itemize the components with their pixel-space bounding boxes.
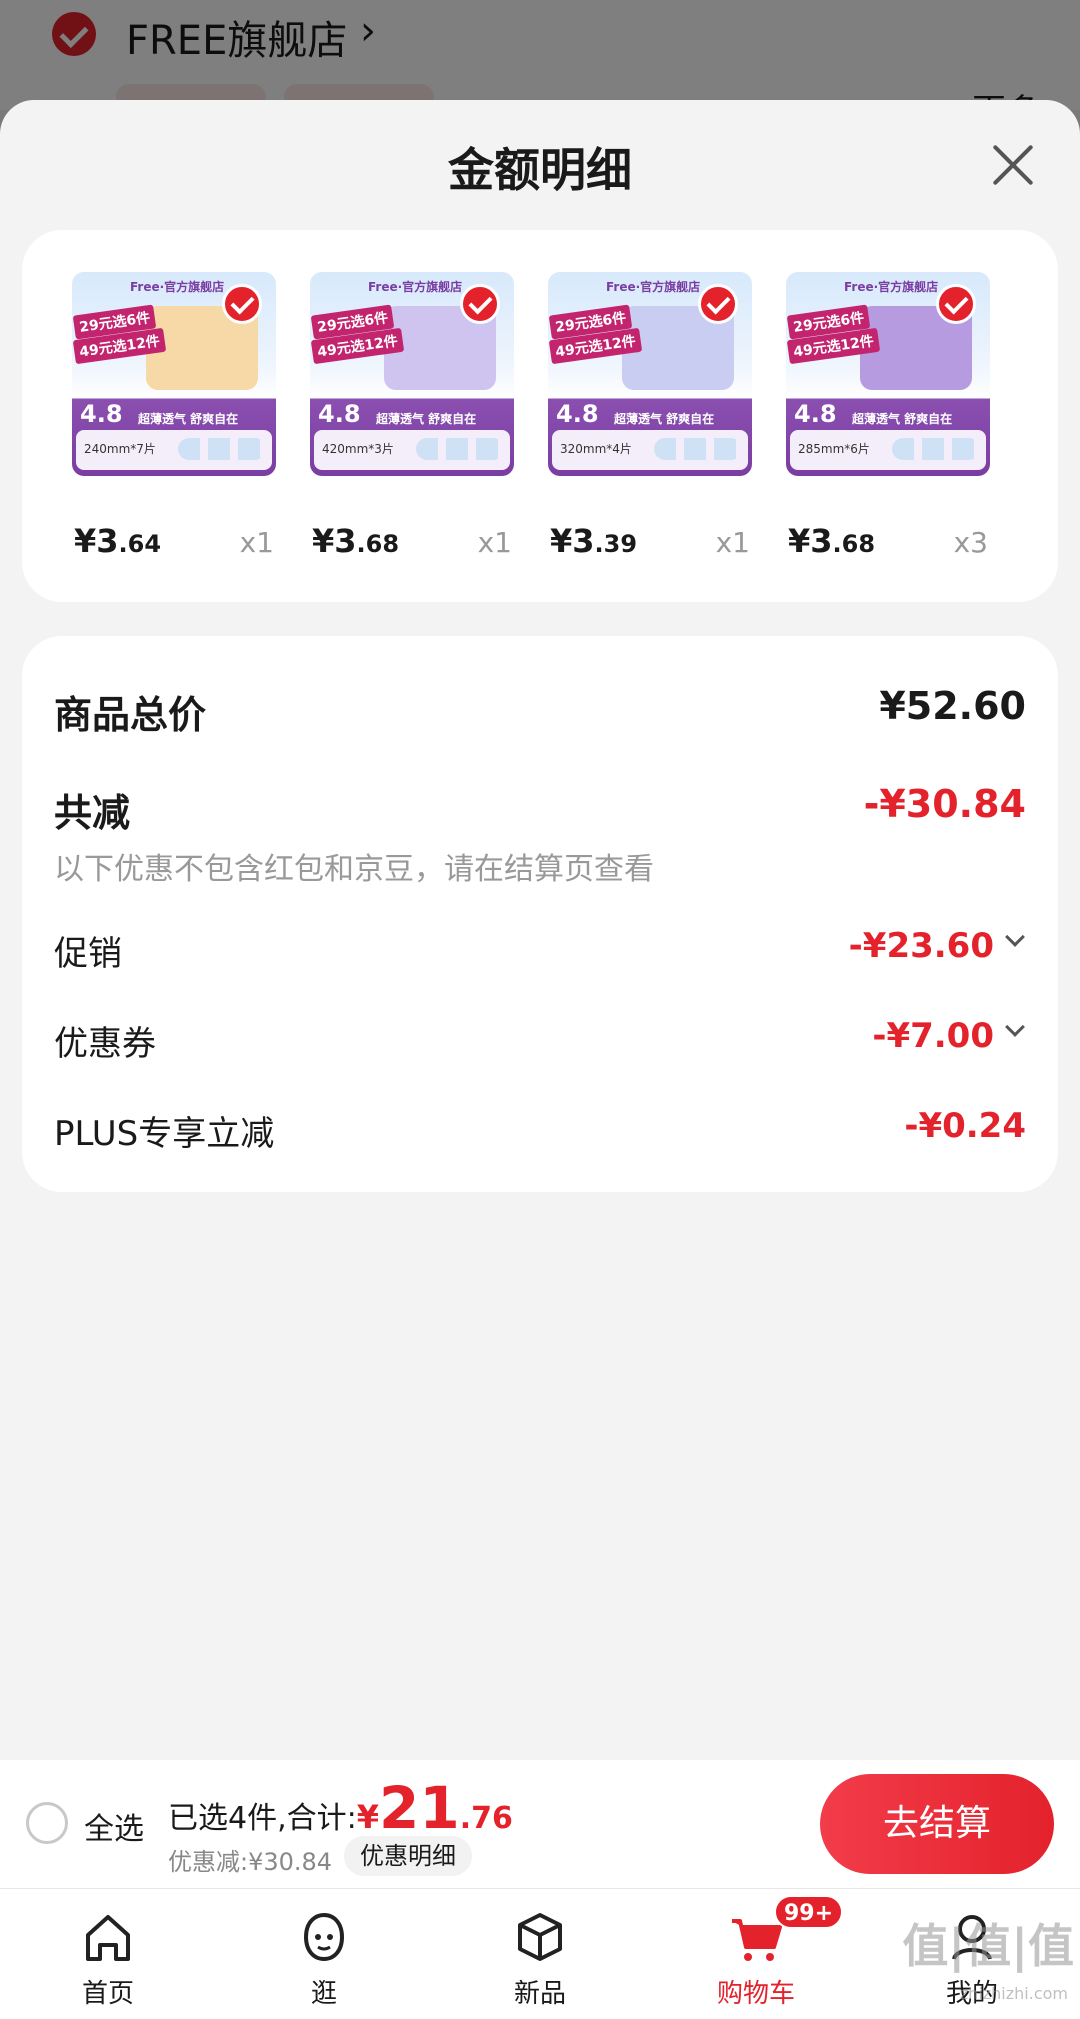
product-price: ¥3.64: [74, 522, 162, 560]
plus-row: PLUS专享立减 -¥0.24: [54, 1106, 1026, 1154]
close-icon[interactable]: [984, 136, 1042, 194]
promotion-label: 促销: [54, 934, 122, 974]
product-image[interactable]: Free·官方旗舰店 29元选6件 49元选12件 4.8 超薄透气 舒爽自在 …: [310, 272, 514, 476]
select-all-checkbox[interactable]: [26, 1802, 68, 1844]
selected-check-icon: [698, 284, 738, 324]
tab-explore[interactable]: 逛: [244, 1889, 404, 2019]
product-image[interactable]: Free·官方旗舰店 29元选6件 49元选12件 4.8 超薄透气 舒爽自在 …: [548, 272, 752, 476]
promotion-value: -¥23.60: [848, 926, 994, 966]
home-icon: [86, 1915, 130, 1961]
product-image[interactable]: Free·官方旗舰店 29元选6件 49元选12件 4.8 超薄透气 舒爽自在 …: [72, 272, 276, 476]
brand-label: Free·官方旗舰店: [844, 280, 939, 294]
products-card: Free·官方旗舰店 29元选6件 49元选12件 4.8 超薄透气 舒爽自在 …: [22, 230, 1058, 602]
product-size: 320mm*4片: [560, 442, 632, 456]
watermark-url: zhizhizhi.com: [959, 1984, 1068, 2003]
discount-detail-button[interactable]: 优惠明细: [344, 1836, 472, 1876]
size-bar: 320mm*4片: [552, 430, 748, 470]
coupon-row[interactable]: 优惠券 -¥7.00: [54, 1016, 1026, 1064]
discount-note: 以下优惠不包含红包和京豆，请在结算页查看: [54, 852, 654, 887]
coupon-label: 优惠券: [54, 1024, 156, 1064]
total-price-value: ¥52.60: [879, 684, 1026, 728]
selected-check-icon: [936, 284, 976, 324]
tab-label: 逛: [310, 1979, 337, 2009]
brand-label: Free·官方旗舰店: [606, 280, 701, 294]
selected-summary: 已选4件,合计:¥21.76: [168, 1774, 513, 1842]
selected-check-icon: [222, 284, 262, 324]
product-image[interactable]: Free·官方旗舰店 29元选6件 49元选12件 4.8 超薄透气 舒爽自在 …: [786, 272, 990, 476]
product-price: ¥3.39: [550, 522, 638, 560]
explore-face-icon: [303, 1912, 345, 1962]
rating: 4.8: [794, 400, 837, 428]
box-icon: [518, 1913, 562, 1961]
size-bar: 285mm*6片: [790, 430, 986, 470]
discount-total: 优惠减:¥30.84: [168, 1848, 333, 1876]
select-all-label[interactable]: 全选: [84, 1804, 144, 1848]
tab-label: 首页: [81, 1979, 134, 2009]
size-bar: 240mm*7片: [76, 430, 272, 470]
reduce-value: -¥30.84: [863, 782, 1026, 826]
watermark-logo: 值|值|值: [902, 1919, 1074, 1973]
feature-icons: [178, 438, 266, 460]
amount-detail-sheet: 金额明细 Free·官方旗舰店 29元选6件 49元选12件 4.8 超薄透气 …: [0, 100, 1080, 1760]
slogan: 超薄透气 舒爽自在: [614, 412, 715, 426]
reduce-row: 共减 -¥30.84: [54, 782, 1026, 835]
tab-cart[interactable]: 99+ 购物车: [676, 1889, 844, 2019]
feature-icons: [416, 438, 504, 460]
rating: 4.8: [318, 400, 361, 428]
size-bar: 420mm*3片: [314, 430, 510, 470]
feature-icons: [892, 438, 980, 460]
total-price-row: 商品总价 ¥52.60: [54, 684, 1026, 737]
product-price: ¥3.68: [312, 522, 400, 560]
rating: 4.8: [556, 400, 599, 428]
product-qty: x1: [239, 526, 274, 559]
tab-home[interactable]: 首页: [28, 1889, 188, 2019]
brand-label: Free·官方旗舰店: [368, 280, 463, 294]
promotion-row[interactable]: 促销 -¥23.60: [54, 926, 1026, 974]
product-size: 240mm*7片: [84, 442, 156, 456]
product-size: 285mm*6片: [798, 442, 870, 456]
product-item[interactable]: Free·官方旗舰店 29元选6件 49元选12件 4.8 超薄透气 舒爽自在 …: [786, 272, 990, 560]
product-qty: x1: [477, 526, 512, 559]
tab-label: 购物车: [716, 1979, 795, 2009]
brand-label: Free·官方旗舰店: [130, 280, 225, 294]
product-size: 420mm*3片: [322, 442, 394, 456]
price-summary-card: 商品总价 ¥52.60 共减 -¥30.84 以下优惠不包含红包和京豆，请在结算…: [22, 636, 1058, 1192]
product-item[interactable]: Free·官方旗舰店 29元选6件 49元选12件 4.8 超薄透气 舒爽自在 …: [548, 272, 752, 560]
product-qty: x1: [715, 526, 750, 559]
plus-label: PLUS专享立减: [54, 1114, 275, 1154]
coupon-value: -¥7.00: [872, 1016, 994, 1056]
slogan: 超薄透气 舒爽自在: [376, 412, 477, 426]
product-price: ¥3.68: [788, 522, 876, 560]
total-amount: ¥21.76: [356, 1774, 513, 1842]
checkout-bar: 全选 已选4件,合计:¥21.76 优惠减:¥30.84 优惠明细 去结算: [0, 1760, 1080, 1888]
selected-check-icon: [460, 284, 500, 324]
plus-value: -¥0.24: [904, 1106, 1026, 1146]
tab-new[interactable]: 新品: [460, 1889, 620, 2019]
cart-count-badge: 99+: [774, 1895, 844, 1929]
total-price-label: 商品总价: [54, 693, 207, 737]
chevron-down-icon[interactable]: [1005, 1017, 1025, 1037]
product-qty: x3: [953, 526, 988, 559]
reduce-label: 共减: [54, 791, 131, 835]
checkout-button[interactable]: 去结算: [820, 1774, 1054, 1874]
slogan: 超薄透气 舒爽自在: [852, 412, 953, 426]
chevron-down-icon[interactable]: [1005, 927, 1025, 947]
feature-icons: [654, 438, 742, 460]
sheet-title: 金额明细: [448, 143, 632, 197]
product-item[interactable]: Free·官方旗舰店 29元选6件 49元选12件 4.8 超薄透气 舒爽自在 …: [72, 272, 276, 560]
tab-label: 新品: [513, 1979, 566, 2009]
product-item[interactable]: Free·官方旗舰店 29元选6件 49元选12件 4.8 超薄透气 舒爽自在 …: [310, 272, 514, 560]
selected-count-text: 已选4件,合计:: [168, 1801, 357, 1836]
slogan: 超薄透气 舒爽自在: [138, 412, 239, 426]
rating: 4.8: [80, 400, 123, 428]
